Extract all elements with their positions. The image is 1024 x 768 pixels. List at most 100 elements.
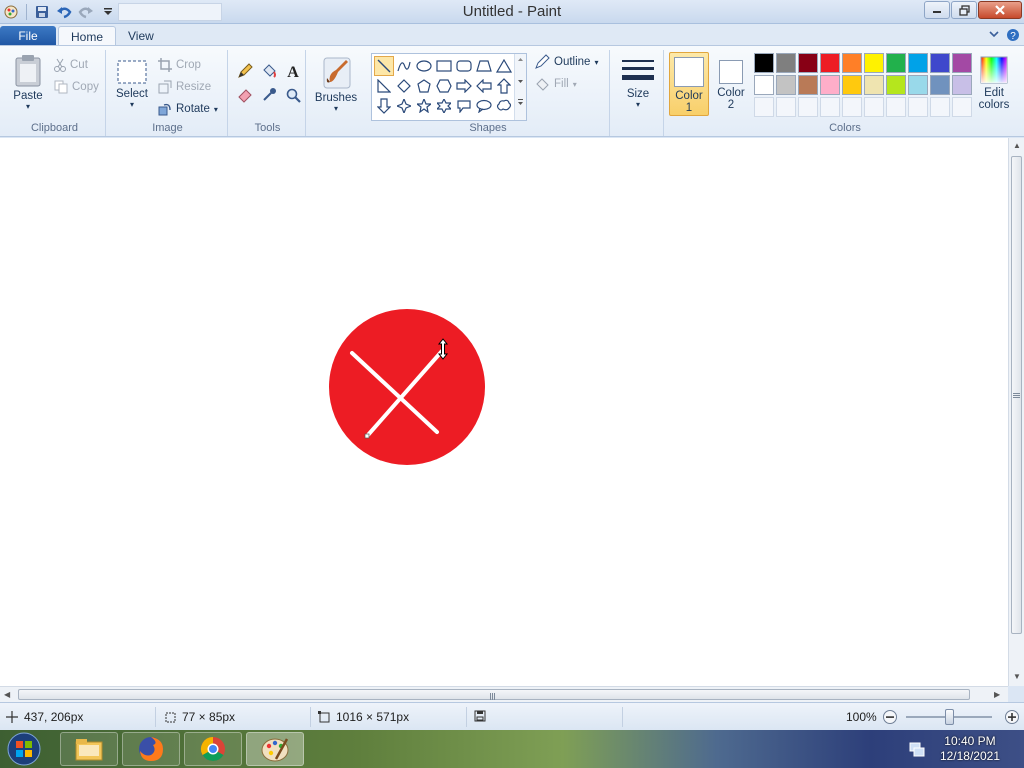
palette-swatch[interactable] [952,75,972,95]
color-1-button[interactable]: Color 1 [669,52,709,116]
six-point-star-shape-icon[interactable] [434,96,454,116]
palette-swatch[interactable] [820,75,840,95]
palette-empty-slot[interactable] [842,97,862,117]
palette-swatch[interactable] [776,75,796,95]
close-button[interactable] [978,1,1022,19]
scroll-right-icon[interactable]: ▶ [994,690,1000,699]
palette-swatch[interactable] [776,53,796,73]
palette-swatch[interactable] [754,53,774,73]
palette-swatch[interactable] [930,53,950,73]
text-tool-icon[interactable]: A [282,60,304,82]
rounded-callout-shape-icon[interactable] [454,96,474,116]
scroll-up-icon[interactable]: ▲ [1013,141,1021,150]
scroll-left-icon[interactable]: ◀ [4,690,10,699]
curve-shape-icon[interactable] [394,56,414,76]
color-2-button[interactable]: Color 2 [711,52,751,116]
rotate-button[interactable]: Rotate ▾ [158,102,218,116]
oval-shape-icon[interactable] [414,56,434,76]
palette-swatch[interactable] [864,53,884,73]
line-shape-icon[interactable] [374,56,394,76]
eraser-icon[interactable] [234,84,256,106]
rectangle-shape-icon[interactable] [434,56,454,76]
palette-swatch[interactable] [908,53,928,73]
zoom-in-icon[interactable] [1004,709,1020,725]
palette-swatch[interactable] [842,53,862,73]
help-icon[interactable]: ? [1006,28,1020,42]
palette-swatch[interactable] [886,75,906,95]
horizontal-scroll-thumb[interactable] [18,689,970,700]
polygon-shape-icon[interactable] [474,56,494,76]
five-point-star-shape-icon[interactable] [414,96,434,116]
undo-icon[interactable] [55,3,73,21]
outline-button[interactable]: Outline ▾ [534,54,598,70]
resize-handle[interactable] [364,433,370,439]
tab-home[interactable]: Home [58,26,117,46]
select-dropdown-icon[interactable]: ▾ [130,100,134,109]
oval-callout-shape-icon[interactable] [474,96,494,116]
palette-swatch[interactable] [864,75,884,95]
four-point-star-shape-icon[interactable] [394,96,414,116]
down-arrow-shape-icon[interactable] [374,96,394,116]
zoom-out-icon[interactable] [882,709,898,725]
edit-colors-button[interactable]: Edit colors [972,52,1016,116]
minimize-button[interactable] [924,1,950,19]
horizontal-scrollbar[interactable]: ◀ ▶ [0,686,1008,702]
rounded-rectangle-shape-icon[interactable] [454,56,474,76]
vertical-scrollbar[interactable]: ▲ ▼ [1008,138,1024,686]
palette-swatch[interactable] [754,75,774,95]
pentagon-shape-icon[interactable] [414,76,434,96]
magnifier-icon[interactable] [282,84,304,106]
copy-button[interactable]: Copy [54,80,99,94]
start-button[interactable] [4,731,44,767]
select-button[interactable]: Select ▾ [114,58,150,109]
palette-empty-slot[interactable] [886,97,906,117]
minimize-ribbon-icon[interactable] [988,28,1000,40]
right-arrow-shape-icon[interactable] [454,76,474,96]
tab-view[interactable]: View [116,26,166,46]
palette-empty-slot[interactable] [798,97,818,117]
palette-empty-slot[interactable] [864,97,884,117]
crop-button[interactable]: Crop [158,58,201,72]
palette-empty-slot[interactable] [908,97,928,117]
palette-swatch[interactable] [952,53,972,73]
cloud-callout-shape-icon[interactable] [494,96,514,116]
triangle-shape-icon[interactable] [494,56,514,76]
restore-button[interactable] [951,1,977,19]
zoom-slider-thumb[interactable] [945,709,954,725]
palette-empty-slot[interactable] [754,97,774,117]
clock[interactable]: 10:40 PM 12/18/2021 [940,734,1000,764]
vertical-scroll-thumb[interactable] [1011,156,1022,634]
palette-swatch[interactable] [820,53,840,73]
paint-app-icon[interactable] [2,3,20,21]
resize-button[interactable]: Resize [158,80,211,94]
redo-icon[interactable] [77,3,95,21]
customize-qat-icon[interactable] [99,3,117,21]
palette-swatch[interactable] [798,75,818,95]
palette-empty-slot[interactable] [930,97,950,117]
paste-dropdown-icon[interactable]: ▾ [26,102,30,111]
hexagon-shape-icon[interactable] [434,76,454,96]
scroll-down-icon[interactable]: ▼ [1013,672,1021,681]
drawing-canvas[interactable] [5,142,1008,684]
diamond-shape-icon[interactable] [394,76,414,96]
palette-swatch[interactable] [798,53,818,73]
shapes-scrollbar[interactable] [514,54,526,120]
pencil-icon[interactable] [234,60,256,82]
palette-empty-slot[interactable] [820,97,840,117]
fill-button[interactable]: Fill ▾ [534,76,577,92]
size-button[interactable]: Size ▾ [618,56,658,109]
palette-empty-slot[interactable] [952,97,972,117]
fill-bucket-icon[interactable] [258,60,280,82]
palette-swatch[interactable] [886,53,906,73]
brushes-button[interactable]: Brushes ▾ [314,56,358,113]
taskbar-firefox[interactable] [122,732,180,766]
paste-button[interactable]: Paste ▾ [10,54,46,111]
right-triangle-shape-icon[interactable] [374,76,394,96]
palette-swatch[interactable] [930,75,950,95]
taskbar-paint[interactable] [246,732,304,766]
cut-button[interactable]: Cut [54,58,88,72]
left-arrow-shape-icon[interactable] [474,76,494,96]
taskbar-file-explorer[interactable] [60,732,118,766]
color-picker-icon[interactable] [258,84,280,106]
palette-empty-slot[interactable] [776,97,796,117]
